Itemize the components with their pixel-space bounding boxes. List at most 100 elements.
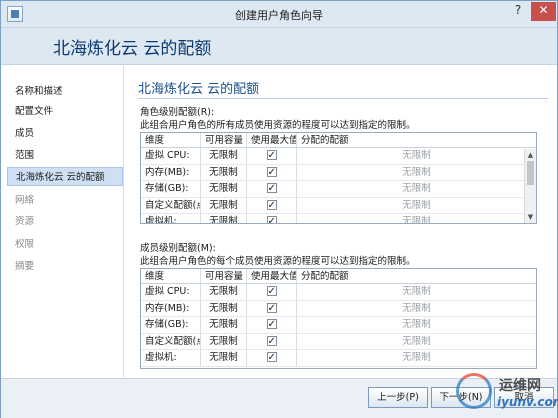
- close-button[interactable]: ✕: [531, 2, 556, 21]
- allocated-quota-input[interactable]: 无限制: [297, 317, 536, 333]
- member-quota-row[interactable]: 自定义配额(点):无限制无限制: [141, 333, 536, 351]
- dimension-column-header[interactable]: 维度: [141, 133, 201, 147]
- content-pane: 北海炼化云 云的配额 角色级别配额(R): 此组合用户角色的所有成员使用资源的程…: [125, 66, 557, 378]
- dimension-cell: 存储(GB):: [141, 317, 201, 333]
- nav-item[interactable]: 北海炼化云 云的配额: [7, 167, 123, 186]
- role-quota-description: 此组合用户角色的所有成员使用资源的程度可以达到指定的限制。: [140, 120, 416, 131]
- dimension-cell: 虚拟 CPU:: [141, 148, 201, 164]
- role-quota-label: 角色级别配额(R):: [140, 107, 215, 118]
- nav-item: 资源: [15, 216, 35, 227]
- allocated-quota-input[interactable]: 无限制: [297, 334, 536, 350]
- nav-item: 摘要: [15, 261, 35, 272]
- dimension-cell: 存储(GB):: [141, 181, 201, 197]
- dimension-cell: 内存(MB):: [141, 164, 201, 181]
- use-max-checkbox[interactable]: [266, 317, 277, 332]
- use-max-cell: [247, 197, 297, 214]
- help-button[interactable]: ?: [505, 2, 531, 21]
- scroll-thumb[interactable]: [527, 161, 534, 185]
- dimension-column-header[interactable]: 维度: [141, 269, 201, 283]
- allocated-quota-input[interactable]: 无限制: [297, 301, 536, 317]
- dimension-cell: 内存(MB):: [141, 300, 201, 317]
- use-max-checkbox[interactable]: [266, 284, 277, 299]
- scroll-down-icon[interactable]: ▼: [526, 212, 535, 222]
- allocated-quota-input[interactable]: 无限制: [297, 284, 536, 300]
- allocated-column-header[interactable]: 分配的配额: [297, 133, 536, 147]
- nav-item: 权限: [15, 239, 35, 250]
- member-quota-label: 成员级别配额(M):: [140, 243, 216, 254]
- previous-button[interactable]: 上一步(P): [368, 387, 428, 408]
- dimension-cell: 虚拟机:: [141, 350, 201, 366]
- wizard-header: 北海炼化云 云的配额: [1, 28, 557, 65]
- use-max-checkbox[interactable]: [266, 181, 277, 196]
- use-max-cell: [247, 164, 297, 181]
- available-column-header[interactable]: 可用容量: [201, 133, 247, 147]
- watermark-en-text: iyunv.com: [497, 395, 558, 409]
- watermark-cn-text: 运维网: [499, 378, 541, 394]
- available-cell: 无限制: [201, 284, 247, 300]
- available-cell: 无限制: [201, 197, 247, 214]
- available-cell: 无限制: [201, 214, 247, 223]
- use-max-column-header[interactable]: 使用最大值: [247, 269, 297, 283]
- member-quota-row[interactable]: 虚拟 CPU:无限制无限制: [141, 284, 536, 301]
- allocated-quota-input[interactable]: 无限制: [297, 148, 536, 164]
- nav-item[interactable]: 配置文件: [7, 102, 123, 121]
- role-grid-scrollbar[interactable]: ▲ ▼: [524, 149, 536, 223]
- available-cell: 无限制: [201, 317, 247, 333]
- nav-item[interactable]: 范围: [7, 146, 123, 165]
- use-max-checkbox[interactable]: [266, 198, 277, 213]
- nav-item[interactable]: 成员: [7, 124, 123, 143]
- use-max-cell: [247, 333, 297, 350]
- role-quota-row[interactable]: 虚拟 CPU:无限制无限制: [141, 148, 536, 165]
- available-cell: 无限制: [201, 164, 247, 181]
- title-divider: [138, 98, 548, 99]
- allocated-quota-input[interactable]: 无限制: [297, 181, 536, 197]
- use-max-checkbox[interactable]: [266, 148, 277, 163]
- window-title: 创建用户角色向导: [235, 9, 323, 22]
- role-quota-row[interactable]: 内存(MB):无限制无限制: [141, 164, 536, 182]
- use-max-cell: [247, 214, 297, 223]
- role-grid-header: 维度 可用容量 使用最大值 分配的配额: [141, 133, 536, 148]
- role-quota-row[interactable]: 虚拟机:无限制无限制: [141, 214, 536, 223]
- page-title: 北海炼化云 云的配额: [138, 82, 260, 97]
- allocated-quota-input[interactable]: 无限制: [297, 165, 536, 181]
- dimension-cell: 虚拟 CPU:: [141, 284, 201, 300]
- available-cell: 无限制: [201, 333, 247, 350]
- site-watermark: 运维网 iyunv.com: [451, 371, 558, 417]
- role-quota-grid[interactable]: 维度可用容量使用最大值分配的配额虚拟 CPU:无限制无限制内存(MB):无限制无…: [140, 132, 537, 224]
- scroll-up-icon[interactable]: ▲: [526, 150, 535, 160]
- allocated-quota-input[interactable]: 无限制: [297, 214, 536, 223]
- use-max-checkbox[interactable]: [266, 214, 277, 223]
- dimension-cell: 虚拟机:: [141, 214, 201, 223]
- allocated-quota-input[interactable]: 无限制: [297, 198, 536, 214]
- nav-item[interactable]: 名称和描述: [7, 82, 123, 101]
- available-cell: 无限制: [201, 350, 247, 366]
- use-max-column-header[interactable]: 使用最大值: [247, 133, 297, 147]
- use-max-checkbox[interactable]: [266, 165, 277, 180]
- member-quota-row[interactable]: 虚拟机:无限制无限制: [141, 350, 536, 367]
- allocated-quota-input[interactable]: 无限制: [297, 350, 536, 366]
- watermark-logo-icon: [456, 373, 492, 409]
- nav-item: 网络: [15, 195, 35, 206]
- member-quota-row[interactable]: 存储(GB):无限制无限制: [141, 317, 536, 334]
- use-max-checkbox[interactable]: [266, 334, 277, 349]
- available-column-header[interactable]: 可用容量: [201, 269, 247, 283]
- wizard-window: 创建用户角色向导 ? ✕ 北海炼化云 云的配额 名称和描述 配置文件 成员 范围 北海炼…: [0, 0, 558, 418]
- header-title: 北海炼化云 云的配额: [53, 39, 212, 59]
- available-cell: 无限制: [201, 300, 247, 317]
- member-quota-description: 此组合用户角色的每个成员使用资源的程度可以达到指定的限制。: [140, 256, 416, 267]
- allocated-column-header[interactable]: 分配的配额: [297, 269, 536, 283]
- dimension-cell: 自定义配额(点):: [141, 197, 201, 214]
- available-cell: 无限制: [201, 181, 247, 197]
- use-max-cell: [247, 300, 297, 317]
- use-max-checkbox[interactable]: [266, 350, 277, 365]
- use-max-cell: [247, 181, 297, 197]
- role-quota-row[interactable]: 存储(GB):无限制无限制: [141, 181, 536, 198]
- role-quota-row[interactable]: 自定义配额(点):无限制无限制: [141, 197, 536, 215]
- use-max-cell: [247, 317, 297, 333]
- title-bar[interactable]: 创建用户角色向导 ? ✕: [1, 1, 557, 28]
- member-quota-row[interactable]: 内存(MB):无限制无限制: [141, 300, 536, 318]
- dimension-cell: 自定义配额(点):: [141, 333, 201, 350]
- member-quota-grid[interactable]: 维度可用容量使用最大值分配的配额虚拟 CPU:无限制无限制内存(MB):无限制无…: [140, 268, 537, 369]
- use-max-cell: [247, 284, 297, 300]
- use-max-checkbox[interactable]: [266, 301, 277, 316]
